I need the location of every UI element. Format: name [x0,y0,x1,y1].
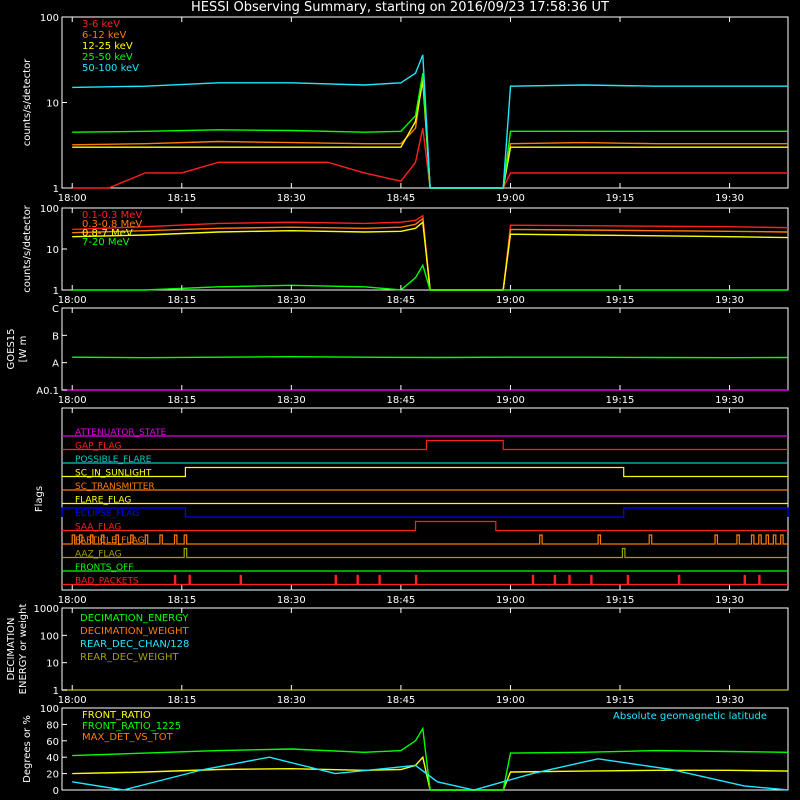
y-tick-label: A0.1 [36,386,59,397]
x-tick-label: 18:45 [386,193,415,204]
series-line [72,54,788,189]
x-tick-label: 18:30 [277,695,306,706]
x-tick-label: 19:00 [496,395,525,406]
series-line [72,217,789,291]
y-tick-label: 40 [46,753,59,764]
y-tick-label: 100 [40,704,59,715]
series-line [72,355,789,359]
x-tick-label: 18:30 [277,395,306,406]
y-tick-label: B [52,331,59,342]
y-axis-label: [W m [18,336,29,363]
x-tick-label: 18:00 [58,395,87,406]
y-tick-label: 100 [40,204,59,215]
x-tick-label: 18:00 [58,695,87,706]
legend-entry: MAX_DET_VS_TOT [82,732,174,743]
legend-entry: 3-6 keV [82,19,120,30]
legend-entry: 7-20 MeV [82,237,130,248]
y-tick-label: 100 [40,13,59,24]
y-tick-label: C [52,304,59,315]
series-line [72,80,788,189]
x-tick-label: 19:30 [715,695,744,706]
y-tick-label: 80 [46,720,59,731]
legend-entry: 12-25 keV [82,41,133,52]
x-tick-label: 18:00 [58,295,87,306]
x-tick-label: 18:15 [167,595,196,606]
flag-line [62,547,788,559]
x-tick-label: 19:15 [606,695,635,706]
y-axis-label: DECIMATION [6,617,17,680]
x-tick-label: 18:45 [386,295,415,306]
y-axis-label: Flags [34,486,45,512]
flag-line [62,534,788,545]
y-tick-label: 10 [46,245,59,256]
x-tick-label: 18:45 [386,395,415,406]
y-tick-label: 1000 [34,604,59,615]
flag-label: ECLIPSE_FLAG [75,509,139,519]
x-tick-label: 19:15 [606,595,635,606]
x-tick-label: 18:30 [277,193,306,204]
y-tick-label: 10 [46,659,59,670]
y-tick-label: 10 [46,99,59,110]
x-tick-label: 18:45 [386,595,415,606]
legend-entry: DECIMATION_ENERGY [80,613,189,624]
y-axis-label: Degrees or % [22,715,33,783]
annotation: Absolute geomagnetic latitude [613,711,767,722]
x-tick-label: 18:15 [167,295,196,306]
observing-summary-plot: 1101003-6 keV6-12 keV12-25 keV25-50 keV5… [6,13,789,797]
y-axis-label: counts/s/detector [22,204,33,292]
y-axis-label: counts/s/detector [22,58,33,146]
x-tick-label: 19:00 [496,193,525,204]
flag-line [62,574,788,586]
x-tick-label: 18:15 [167,193,196,204]
x-tick-label: 19:30 [715,193,744,204]
legend-entry: REAR_DEC_CHAN/128 [80,639,189,650]
legend-entry: DECIMATION_WEIGHT [80,626,189,637]
x-tick-label: 19:15 [606,295,635,306]
panel-flags-frame [61,407,789,591]
legend-entry: FRONT_RATIO [82,710,151,721]
x-tick-label: 18:00 [58,193,87,204]
series-line [72,76,788,189]
flag-line [62,520,788,532]
y-tick-label: 0 [53,786,59,797]
flag-line [62,439,788,451]
x-tick-label: 19:00 [496,295,525,306]
series-line [72,726,789,791]
x-tick-label: 19:15 [606,395,635,406]
x-tick-label: 18:30 [277,295,306,306]
x-tick-label: 18:15 [167,395,196,406]
x-tick-label: 19:00 [496,595,525,606]
x-tick-label: 19:30 [715,395,744,406]
y-tick-label: 20 [46,770,59,781]
legend-entry: 25-50 keV [82,52,133,63]
legend-entry: 6-12 keV [82,30,126,41]
x-tick-label: 19:00 [496,695,525,706]
legend-entry: 50-100 keV [82,63,139,74]
x-tick-label: 19:15 [606,193,635,204]
y-axis-label: ENERGY or weight [18,604,29,695]
x-tick-label: 18:30 [277,595,306,606]
y-tick-label: A [52,359,59,370]
x-tick-label: 19:30 [715,295,744,306]
panel-goes-frame [61,307,789,391]
series-line [72,214,789,291]
flag-line [62,466,788,478]
x-tick-label: 18:00 [58,595,87,606]
x-tick-label: 19:30 [715,595,744,606]
flag-line [61,507,789,518]
legend-entry: REAR_DEC_WEIGHT [80,652,179,663]
x-tick-label: 18:45 [386,695,415,706]
series-line [72,220,789,291]
y-tick-label: 100 [40,631,59,642]
x-tick-label: 18:15 [167,695,196,706]
y-tick-label: 60 [46,737,59,748]
y-axis-label: GOES15 [6,328,17,369]
series-line [72,73,788,189]
legend-entry: FRONT_RATIO_1225 [82,721,181,732]
